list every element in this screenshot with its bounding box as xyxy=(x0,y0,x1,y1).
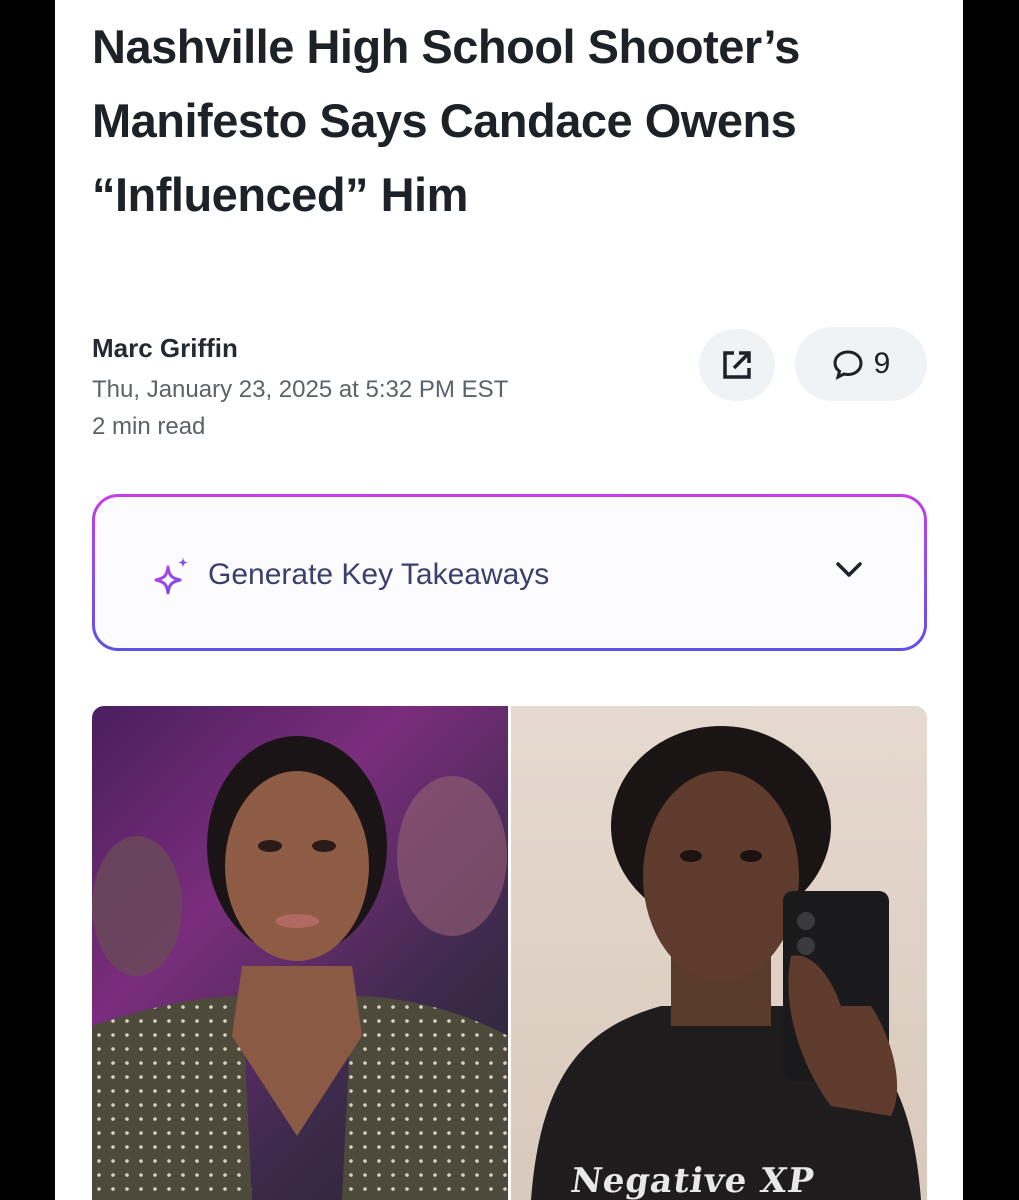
hero-image[interactable]: Negative XP xyxy=(92,706,927,1200)
read-time: 2 min read xyxy=(92,413,206,440)
hero-photo-right: Negative XP xyxy=(508,706,927,1200)
share-external-icon xyxy=(723,351,751,379)
chevron-down-icon[interactable] xyxy=(835,560,863,580)
article-page: Nashville High School Shooter’s Manifest… xyxy=(55,0,963,1200)
speech-bubble-icon xyxy=(833,350,863,380)
takeaways-panel: Generate Key Takeaways xyxy=(95,497,924,648)
takeaways-label: Generate Key Takeaways xyxy=(208,558,550,591)
publish-date: Thu, January 23, 2025 at 5:32 PM EST xyxy=(92,376,509,403)
article-title: Nashville High School Shooter’s Manifest… xyxy=(92,20,800,221)
portrait-man-illustration xyxy=(531,726,921,1200)
portrait-woman-illustration xyxy=(92,736,508,1200)
comments-button[interactable]: 9 xyxy=(795,327,927,401)
generate-key-takeaways-button[interactable]: Generate Key Takeaways xyxy=(92,494,927,651)
hero-photo-left xyxy=(92,706,508,1200)
share-button[interactable] xyxy=(699,329,775,401)
author-name[interactable]: Marc Griffin xyxy=(92,333,238,364)
comment-count: 9 xyxy=(873,347,891,380)
shirt-text: Negative XP xyxy=(568,1161,818,1200)
sparkle-icon xyxy=(154,557,188,595)
